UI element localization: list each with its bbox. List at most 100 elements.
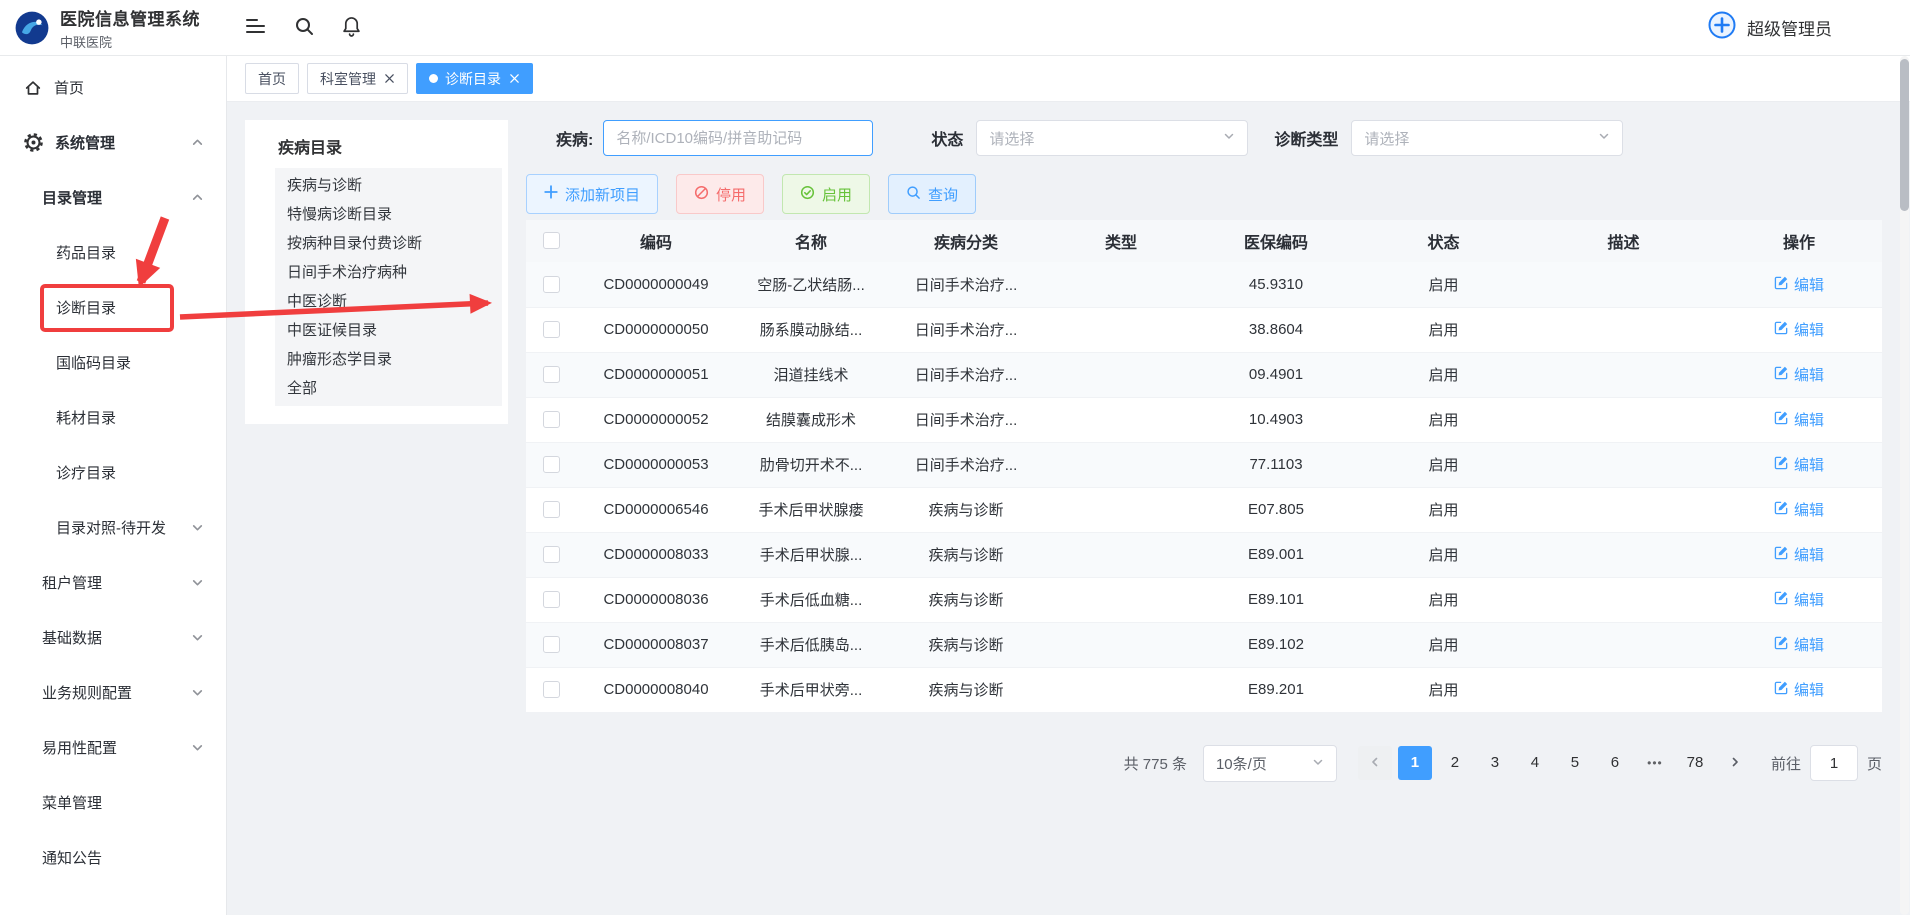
row-checkbox[interactable] — [543, 456, 560, 473]
notifications-button[interactable] — [342, 16, 361, 40]
page-button-3[interactable]: 3 — [1478, 746, 1512, 780]
cell-status: 启用 — [1356, 397, 1531, 442]
disease-search-input[interactable] — [603, 120, 873, 156]
row-checkbox[interactable] — [543, 501, 560, 518]
edit-icon — [1774, 275, 1789, 294]
select-all-checkbox[interactable] — [543, 232, 560, 249]
diagnosis-type-select[interactable]: 请选择 — [1351, 120, 1623, 156]
row-checkbox[interactable] — [543, 276, 560, 293]
status-select[interactable]: 请选择 — [976, 120, 1248, 156]
search-icon — [906, 185, 921, 204]
column-header: 描述 — [1531, 220, 1716, 262]
tree-item[interactable]: 特慢病诊断目录 — [275, 200, 502, 229]
cell-type — [1046, 352, 1196, 397]
table-row: CD0000000050肠系膜动脉结...日间手术治疗...38.8604启用编… — [526, 307, 1882, 352]
sidebar-item-catalog-mapping[interactable]: 目录对照-待开发 — [0, 500, 226, 555]
user-menu[interactable]: 超级管理员 — [1707, 10, 1832, 45]
edit-row-button[interactable]: 编辑 — [1774, 679, 1824, 700]
edit-row-button[interactable]: 编辑 — [1774, 589, 1824, 610]
page-button-5[interactable]: 5 — [1558, 746, 1592, 780]
tab-home[interactable]: 首页 — [245, 63, 299, 94]
row-checkbox[interactable] — [543, 366, 560, 383]
sidebar-item-base-data[interactable]: 基础数据 — [0, 610, 226, 665]
cell-status: 启用 — [1356, 577, 1531, 622]
row-checkbox[interactable] — [543, 411, 560, 428]
goto-page-input[interactable] — [1810, 745, 1858, 781]
chevron-down-icon — [191, 686, 204, 699]
edit-row-button[interactable]: 编辑 — [1774, 634, 1824, 655]
query-button[interactable]: 查询 — [888, 174, 976, 214]
scrollbar-thumb[interactable] — [1900, 59, 1909, 211]
tree-item[interactable]: 肿瘤形态学目录 — [275, 345, 502, 374]
close-tab-icon[interactable] — [509, 73, 520, 84]
add-item-button[interactable]: 添加新项目 — [526, 174, 658, 214]
cell-code: CD0000000049 — [576, 262, 736, 307]
row-checkbox[interactable] — [543, 546, 560, 563]
cell-category: 疾病与诊断 — [886, 667, 1046, 712]
global-search-button[interactable] — [294, 16, 314, 39]
next-page-button[interactable] — [1718, 746, 1752, 780]
edit-row-button[interactable]: 编辑 — [1774, 544, 1824, 565]
table-row: CD0000008036手术后低血糖...疾病与诊断E89.101启用编辑 — [526, 577, 1882, 622]
table-card: 编码名称疾病分类类型医保编码状态描述操作 CD0000000049空肠-乙状结肠… — [526, 220, 1882, 713]
row-checkbox[interactable] — [543, 321, 560, 338]
page-scrollbar[interactable] — [1900, 56, 1909, 915]
page-button-1[interactable]: 1 — [1398, 746, 1432, 780]
disable-button[interactable]: 停用 — [676, 174, 764, 214]
tab-diagnosis-catalog[interactable]: 诊断目录 — [416, 63, 533, 94]
sidebar-item-treatment-catalog[interactable]: 诊疗目录 — [0, 445, 226, 500]
sidebar-item-catalog-management[interactable]: 目录管理 — [0, 170, 226, 225]
enable-button[interactable]: 启用 — [782, 174, 870, 214]
sidebar-item-system-management[interactable]: 系统管理 — [0, 115, 226, 170]
sidebar-item-business-rule-config[interactable]: 业务规则配置 — [0, 665, 226, 720]
page-button-6[interactable]: 6 — [1598, 746, 1632, 780]
tab-department-management[interactable]: 科室管理 — [307, 63, 408, 94]
tree-item[interactable]: 中医诊断 — [275, 287, 502, 316]
row-checkbox[interactable] — [543, 591, 560, 608]
sidebar-item-consumable-catalog[interactable]: 耗材目录 — [0, 390, 226, 445]
edit-row-button[interactable]: 编辑 — [1774, 274, 1824, 295]
sidebar-item-home[interactable]: 首页 — [0, 60, 226, 115]
row-checkbox[interactable] — [543, 636, 560, 653]
tree-item[interactable]: 日间手术治疗病种 — [275, 258, 502, 287]
prev-page-button[interactable] — [1358, 746, 1392, 780]
sidebar-item-diagnosis-catalog[interactable]: 诊断目录 — [0, 280, 226, 335]
tree-item[interactable]: 按病种目录付费诊断 — [275, 229, 502, 258]
close-tab-icon[interactable] — [384, 73, 395, 84]
edit-row-button[interactable]: 编辑 — [1774, 364, 1824, 385]
gear-icon — [24, 133, 43, 152]
page-button-78[interactable]: 78 — [1678, 746, 1712, 780]
page-size-select[interactable]: 10条/页 — [1203, 745, 1337, 782]
sidebar-item-drug-catalog[interactable]: 药品目录 — [0, 225, 226, 280]
cell-insurance-code: 38.8604 — [1196, 307, 1356, 352]
cell-status: 启用 — [1356, 532, 1531, 577]
page-button-2[interactable]: 2 — [1438, 746, 1472, 780]
status-select-placeholder: 请选择 — [989, 128, 1034, 149]
page-ellipsis[interactable]: ••• — [1638, 746, 1672, 780]
tree-item[interactable]: 疾病与诊断 — [275, 171, 502, 200]
edit-row-button[interactable]: 编辑 — [1774, 499, 1824, 520]
tree-item[interactable]: 中医证候目录 — [275, 316, 502, 345]
user-name: 超级管理员 — [1747, 15, 1832, 40]
page-button-4[interactable]: 4 — [1518, 746, 1552, 780]
tree-item[interactable]: 全部 — [275, 374, 502, 403]
sidebar-item-menu-management[interactable]: 菜单管理 — [0, 775, 226, 830]
sidebar-item-national-code-catalog[interactable]: 国临码目录 — [0, 335, 226, 390]
cell-status: 启用 — [1356, 622, 1531, 667]
cell-code: CD0000000051 — [576, 352, 736, 397]
sidebar-item-label: 租户管理 — [42, 572, 102, 593]
sidebar-item-tenant-management[interactable]: 租户管理 — [0, 555, 226, 610]
row-checkbox[interactable] — [543, 681, 560, 698]
edit-row-button[interactable]: 编辑 — [1774, 319, 1824, 340]
org-name: 中联医院 — [60, 32, 200, 51]
edit-icon — [1774, 410, 1789, 429]
cell-name: 空肠-乙状结肠... — [736, 262, 886, 307]
sidebar-item-notice[interactable]: 通知公告 — [0, 830, 226, 885]
edit-row-button[interactable]: 编辑 — [1774, 409, 1824, 430]
collapse-sidebar-button[interactable] — [245, 17, 266, 38]
sidebar-item-label: 国临码目录 — [56, 352, 131, 373]
sidebar-item-usability-config[interactable]: 易用性配置 — [0, 720, 226, 775]
cell-code: CD0000008037 — [576, 622, 736, 667]
cell-category: 疾病与诊断 — [886, 487, 1046, 532]
edit-row-button[interactable]: 编辑 — [1774, 454, 1824, 475]
